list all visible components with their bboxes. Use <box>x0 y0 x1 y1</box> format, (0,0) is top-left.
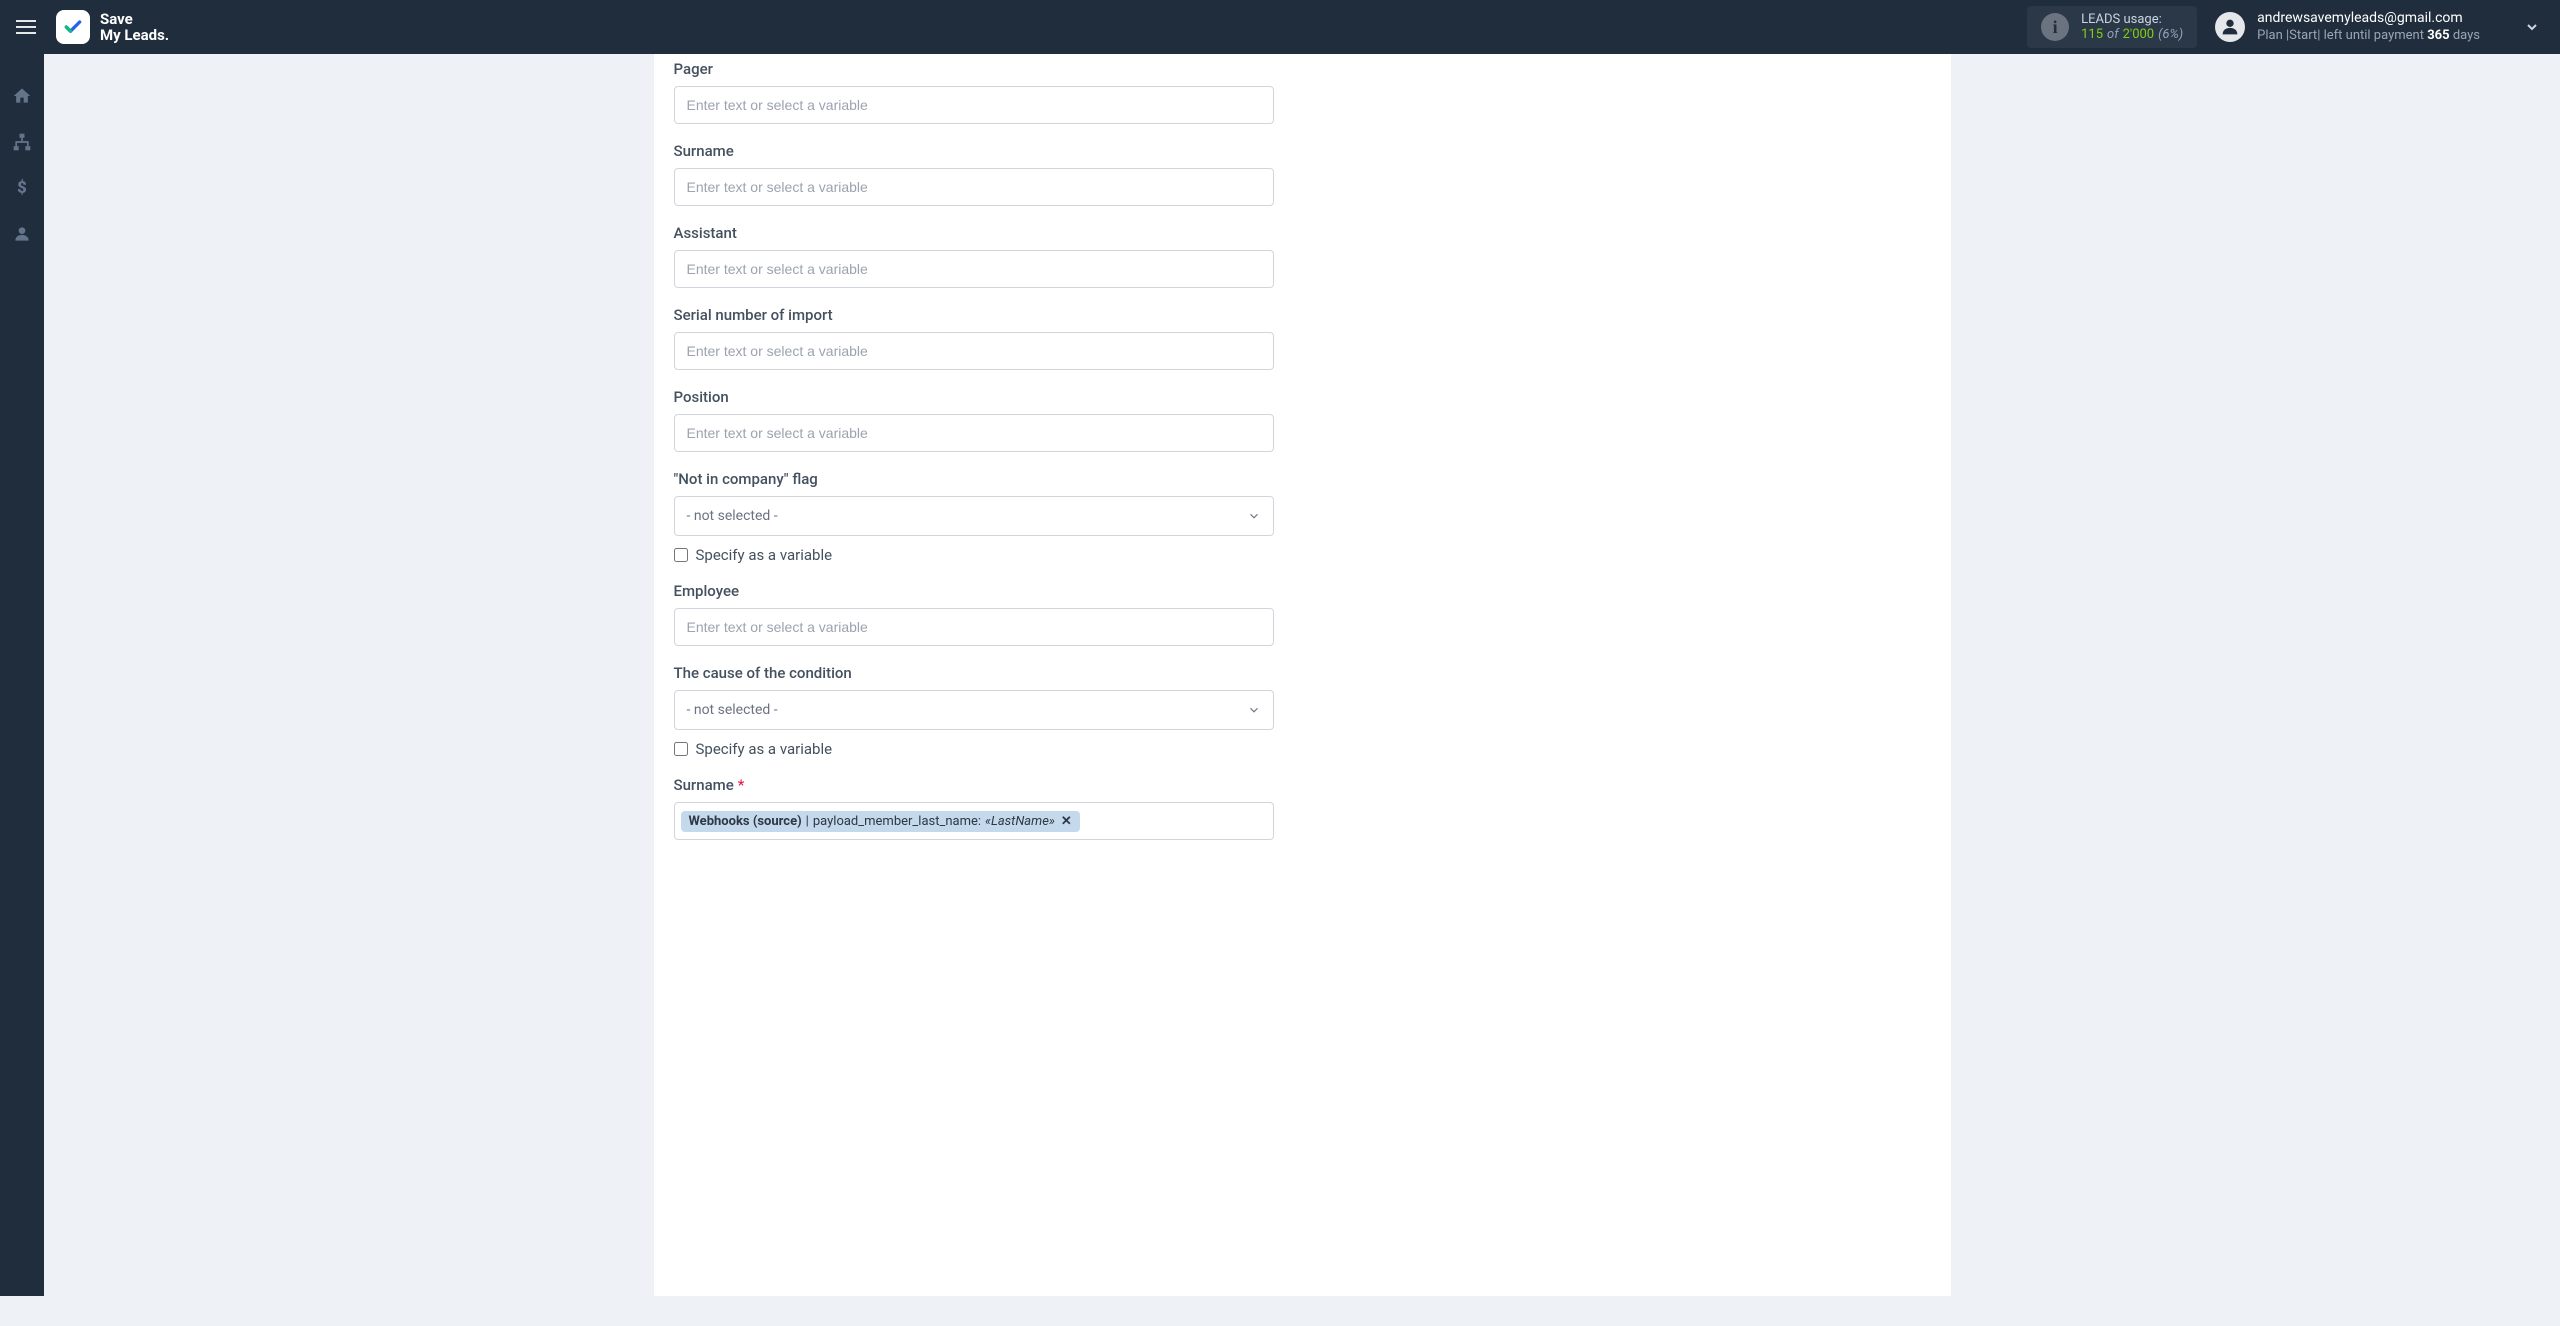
position-label: Position <box>674 388 1274 406</box>
field-cause: The cause of the condition - not selecte… <box>674 664 1274 758</box>
user-icon <box>2219 16 2241 38</box>
assistant-label: Assistant <box>674 224 1274 242</box>
check-icon <box>63 17 83 37</box>
logo-badge <box>56 10 90 44</box>
surname-input[interactable] <box>674 168 1274 206</box>
surname-req-label: Surname* <box>674 776 1274 794</box>
field-not-in-company: "Not in company" flag - not selected - S… <box>674 470 1274 564</box>
not-in-company-select[interactable]: - not selected - <box>674 496 1274 536</box>
position-input[interactable] <box>674 414 1274 452</box>
profile-icon[interactable] <box>8 220 36 248</box>
logo[interactable]: Save My Leads. <box>56 10 169 44</box>
hamburger-menu-icon[interactable] <box>16 13 44 41</box>
field-assistant: Assistant <box>674 224 1274 288</box>
cause-variable-row: Specify as a variable <box>674 740 1274 758</box>
not-in-company-variable-checkbox[interactable] <box>674 548 688 562</box>
field-surname-required: Surname* Webhooks (source) | payload_mem… <box>674 776 1274 840</box>
field-position: Position <box>674 388 1274 452</box>
svg-text:$: $ <box>17 179 27 198</box>
page-container: Pager Surname Assistant Serial number of… <box>44 54 2560 1326</box>
chevron-down-icon <box>1247 509 1261 523</box>
pager-label: Pager <box>674 60 1274 78</box>
logo-text: Save My Leads. <box>100 11 169 44</box>
cause-label: The cause of the condition <box>674 664 1274 682</box>
user-menu-chevron-down-icon[interactable] <box>2520 15 2544 39</box>
serial-label: Serial number of import <box>674 306 1274 324</box>
content-card: Pager Surname Assistant Serial number of… <box>654 54 1951 1296</box>
token-remove-icon[interactable]: ✕ <box>1061 814 1072 829</box>
assistant-input[interactable] <box>674 250 1274 288</box>
avatar-icon <box>2215 12 2245 42</box>
user-text: andrewsavemyleads@gmail.com Plan |Start|… <box>2257 10 2480 44</box>
home-icon[interactable] <box>8 82 36 110</box>
field-serial: Serial number of import <box>674 306 1274 370</box>
form-section: Pager Surname Assistant Serial number of… <box>674 54 1274 840</box>
variable-token: Webhooks (source) | payload_member_last_… <box>681 811 1080 832</box>
employee-label: Employee <box>674 582 1274 600</box>
field-pager: Pager <box>674 60 1274 124</box>
cause-variable-label[interactable]: Specify as a variable <box>696 740 833 758</box>
not-in-company-variable-label[interactable]: Specify as a variable <box>696 546 833 564</box>
serial-input[interactable] <box>674 332 1274 370</box>
leads-usage-widget: i LEADS usage: 115 of 2'000 (6%) <box>2027 6 2197 48</box>
field-employee: Employee <box>674 582 1274 646</box>
not-in-company-label: "Not in company" flag <box>674 470 1274 488</box>
not-in-company-variable-row: Specify as a variable <box>674 546 1274 564</box>
leads-usage-text: LEADS usage: 115 of 2'000 (6%) <box>2081 12 2183 42</box>
field-surname: Surname <box>674 142 1274 206</box>
surname-label: Surname <box>674 142 1274 160</box>
cause-variable-checkbox[interactable] <box>674 742 688 756</box>
chevron-down-icon <box>1247 703 1261 717</box>
surname-req-input[interactable]: Webhooks (source) | payload_member_last_… <box>674 802 1274 840</box>
user-email: andrewsavemyleads@gmail.com <box>2257 10 2480 28</box>
user-widget[interactable]: andrewsavemyleads@gmail.com Plan |Start|… <box>2215 10 2544 44</box>
sidebar: $ <box>0 54 44 1296</box>
employee-input[interactable] <box>674 608 1274 646</box>
pager-input[interactable] <box>674 86 1274 124</box>
billing-icon[interactable]: $ <box>8 174 36 202</box>
topbar: Save My Leads. i LEADS usage: 115 of 2'0… <box>0 0 2560 54</box>
info-icon[interactable]: i <box>2041 13 2069 41</box>
connections-icon[interactable] <box>8 128 36 156</box>
cause-select[interactable]: - not selected - <box>674 690 1274 730</box>
